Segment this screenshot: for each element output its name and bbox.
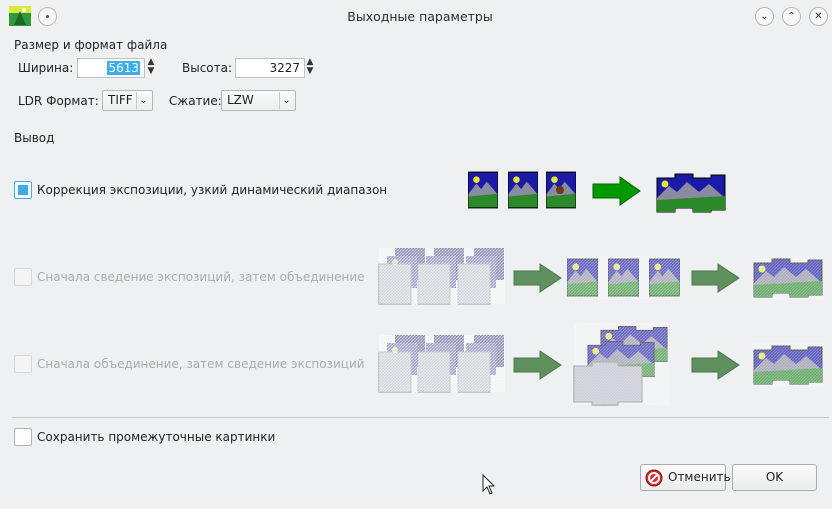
ok-button-label: OK bbox=[765, 470, 784, 484]
cancel-button-label: Отменить bbox=[668, 470, 731, 484]
cursor-icon bbox=[482, 474, 496, 495]
cancel-icon bbox=[645, 469, 663, 487]
arrow-right-icon bbox=[691, 350, 740, 380]
save-intermediate-label[interactable]: Сохранить промежуточные картинки bbox=[37, 430, 275, 444]
ok-button[interactable]: OK bbox=[732, 464, 817, 491]
arrow-right-icon bbox=[513, 263, 562, 293]
cancel-button[interactable]: Отменить bbox=[640, 464, 731, 491]
arrow-right-icon bbox=[592, 176, 641, 206]
save-intermediate-checkbox[interactable] bbox=[14, 428, 32, 446]
merge-then-fuse-illustration bbox=[378, 323, 824, 406]
arrow-right-icon bbox=[691, 263, 740, 293]
fuse-then-merge-illustration bbox=[378, 248, 824, 305]
separator bbox=[12, 417, 829, 418]
arrow-right-icon bbox=[513, 350, 562, 380]
exposure-correction-illustration bbox=[468, 171, 726, 213]
